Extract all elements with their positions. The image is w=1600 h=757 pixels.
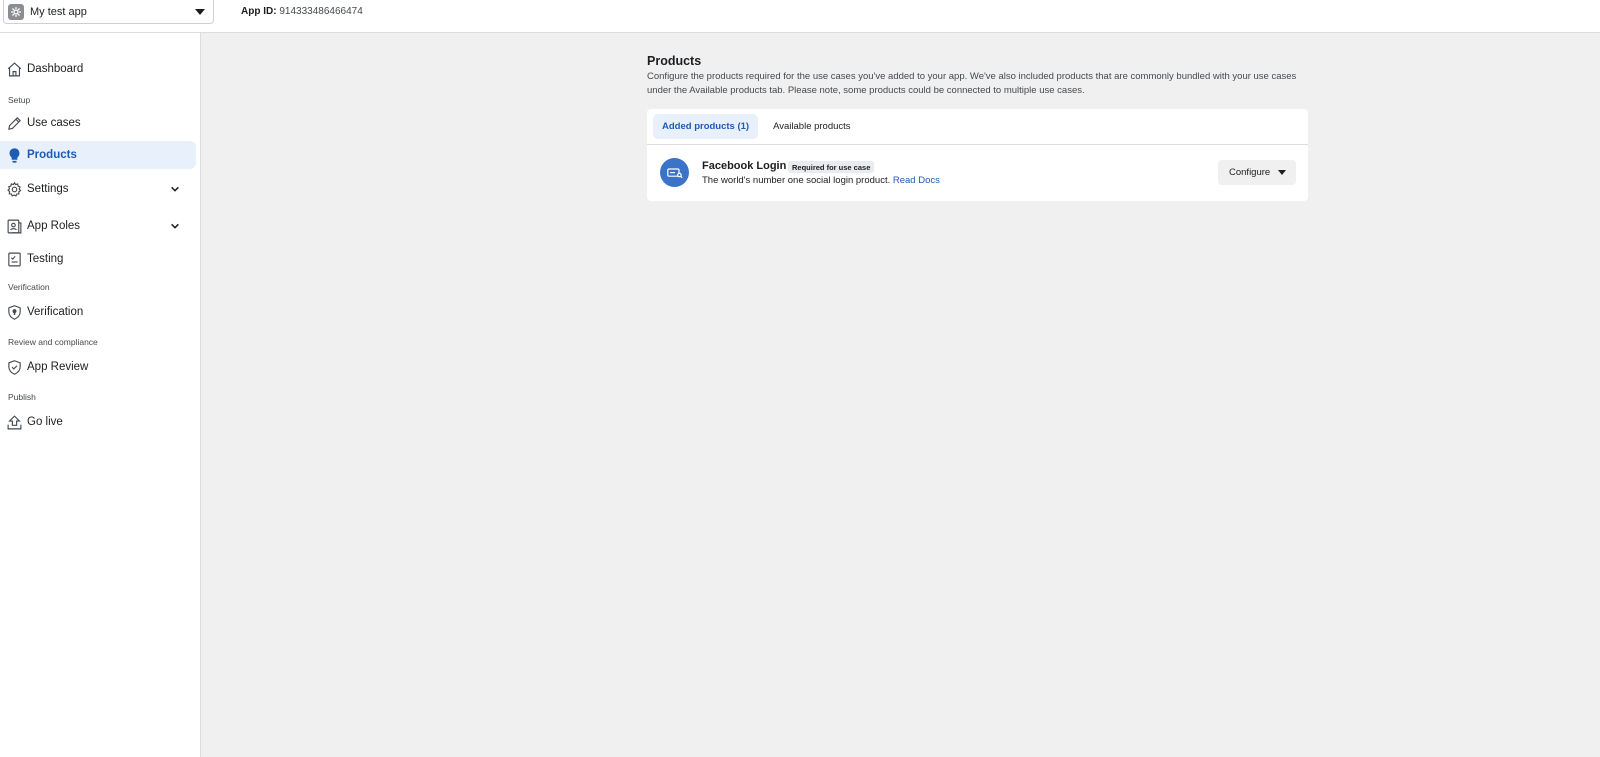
- read-docs-link[interactable]: Read Docs: [893, 175, 940, 186]
- caret-down-icon: [1278, 170, 1287, 175]
- sidebar-item-label: App Roles: [27, 220, 81, 232]
- id-badge-icon: [5, 217, 23, 235]
- app-name: My test app: [30, 5, 87, 18]
- sidebar-item-testing[interactable]: Testing: [0, 245, 196, 273]
- section-label-verification: Verification: [8, 282, 50, 292]
- page-description: Configure the products required for the …: [647, 71, 1297, 96]
- shield-icon: [5, 303, 23, 321]
- sidebar-item-dashboard[interactable]: Dashboard: [0, 55, 196, 83]
- section-label-publish: Publish: [8, 392, 36, 402]
- section-label-setup: Setup: [8, 95, 31, 105]
- sidebar: Dashboard Setup Use cases Products Setti…: [0, 33, 201, 757]
- sidebar-item-app-roles[interactable]: App Roles: [0, 212, 196, 240]
- products-tabs: Added products (1) Available products: [647, 109, 1308, 145]
- sidebar-item-verification[interactable]: Verification: [0, 298, 196, 326]
- checklist-icon: [5, 250, 23, 268]
- product-name: Facebook Login: [702, 160, 787, 172]
- sidebar-item-label: Settings: [27, 183, 69, 195]
- app-id: App ID: 914333486466474: [241, 6, 363, 17]
- login-card-icon: [660, 158, 689, 187]
- product-description-text: The world's number one social login prod…: [702, 175, 891, 186]
- page-title: Products: [647, 54, 702, 68]
- pencil-icon: [5, 114, 23, 132]
- sidebar-item-app-review[interactable]: App Review: [0, 353, 196, 381]
- lightbulb-icon: [5, 146, 23, 164]
- upload-arrow-icon: [5, 413, 23, 431]
- sidebar-item-label: Testing: [27, 253, 64, 265]
- chevron-down-icon[interactable]: [168, 182, 182, 196]
- sidebar-item-products[interactable]: Products: [0, 141, 196, 169]
- sidebar-item-label: Verification: [27, 306, 84, 318]
- app-gear-icon: [8, 3, 24, 20]
- chevron-down-icon[interactable]: [168, 219, 182, 233]
- app-id-value: 914333486466474: [279, 6, 363, 17]
- configure-button[interactable]: Configure: [1218, 160, 1296, 185]
- sidebar-item-label: Go live: [27, 416, 63, 428]
- main-content: Products Configure the products required…: [647, 53, 1308, 201]
- top-bar: My test app App ID: 914333486466474: [0, 0, 1600, 33]
- shield-check-icon: [5, 358, 23, 376]
- section-label-review: Review and compliance: [8, 337, 98, 347]
- product-row: Facebook Login Required for use case The…: [647, 145, 1308, 200]
- sidebar-item-label: App Review: [27, 361, 89, 373]
- product-description: The world's number one social login prod…: [702, 175, 940, 186]
- tab-available-products[interactable]: Available products: [764, 114, 859, 139]
- sidebar-item-label: Dashboard: [27, 63, 84, 75]
- sidebar-item-use-cases[interactable]: Use cases: [0, 109, 196, 137]
- status-badge: Required for use case: [788, 161, 875, 173]
- tab-added-products[interactable]: Added products (1): [653, 114, 759, 139]
- home-icon: [5, 60, 23, 78]
- configure-button-label: Configure: [1229, 167, 1271, 178]
- app-selector-dropdown[interactable]: My test app: [3, 0, 214, 24]
- caret-down-icon: [195, 8, 205, 15]
- products-card: Added products (1) Available products Fa…: [647, 109, 1308, 201]
- app-id-label: App ID:: [241, 6, 277, 17]
- sidebar-item-settings[interactable]: Settings: [0, 175, 196, 203]
- sidebar-item-label: Use cases: [27, 117, 81, 129]
- sidebar-item-label: Products: [27, 149, 77, 161]
- sidebar-item-go-live[interactable]: Go live: [0, 408, 196, 436]
- gear-icon: [5, 180, 23, 198]
